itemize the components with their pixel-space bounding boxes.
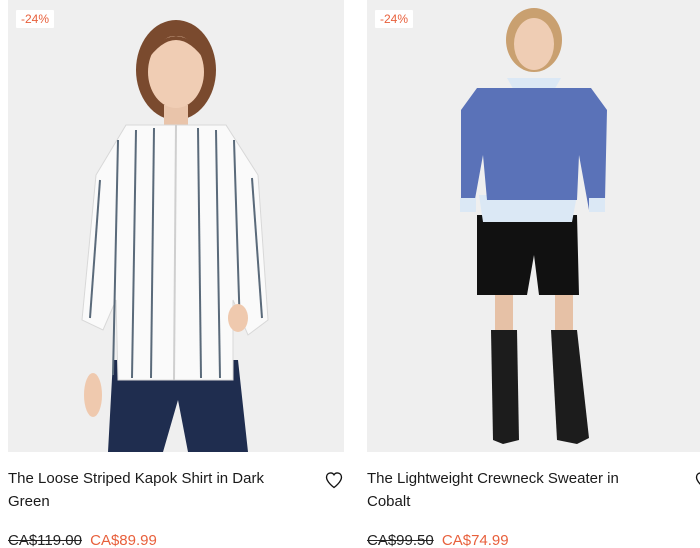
- product-info: The Loose Striped Kapok Shirt in Dark Gr…: [8, 452, 344, 548]
- product-title[interactable]: The Loose Striped Kapok Shirt in Dark Gr…: [8, 467, 288, 513]
- product-info: The Lightweight Crewneck Sweater in Coba…: [367, 452, 700, 548]
- sale-price: CA$74.99: [441, 532, 509, 548]
- discount-badge: -24%: [16, 10, 55, 28]
- product-title[interactable]: The Lightweight Crewneck Sweater in Coba…: [367, 467, 647, 513]
- model-photo-icon: [367, 0, 700, 452]
- product-image[interactable]: -24%: [8, 0, 344, 452]
- price-row: CA$119.00 CA$89.99: [8, 531, 344, 548]
- original-price: CA$119.00: [8, 532, 82, 548]
- heart-icon[interactable]: [324, 470, 344, 490]
- product-image[interactable]: -24%: [367, 0, 700, 452]
- product-grid: -24% The Loose Striped Kapok Shirt in Da…: [0, 0, 700, 548]
- product-card[interactable]: -24% The Loose Striped Kapok Shirt in Da…: [8, 0, 344, 548]
- product-card[interactable]: -24% The Lightweight Crewneck Sweater in…: [367, 0, 700, 548]
- heart-icon[interactable]: [694, 470, 700, 490]
- model-photo-icon: [8, 0, 344, 452]
- sale-price: CA$89.99: [90, 532, 157, 548]
- original-price: CA$99.50: [367, 532, 434, 548]
- price-row: CA$99.50 CA$74.99: [367, 531, 700, 548]
- discount-badge: -24%: [375, 10, 414, 28]
